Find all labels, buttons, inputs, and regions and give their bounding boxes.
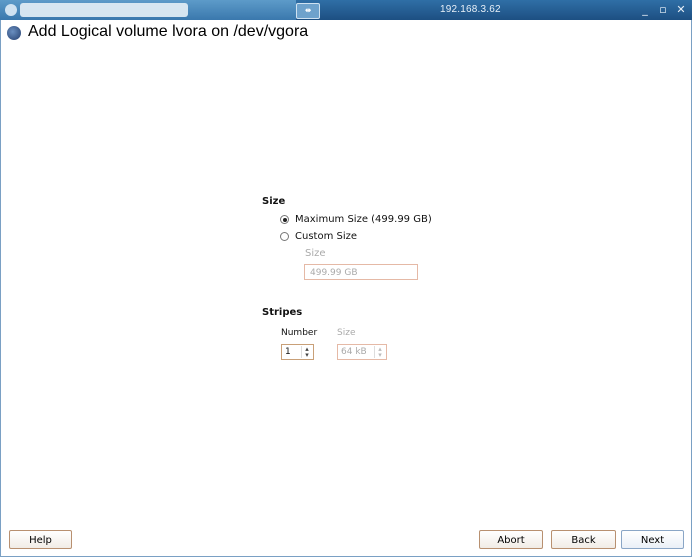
radio-maximum-size[interactable]: Maximum Size (499.99 GB) bbox=[280, 214, 432, 225]
stripes-number-label: Number bbox=[281, 328, 318, 338]
size-section-label: Size bbox=[262, 196, 286, 207]
back-button[interactable]: Back bbox=[551, 530, 616, 549]
stripes-number-value: 1 bbox=[285, 347, 291, 357]
stripes-number-stepper[interactable]: 1 ▴ ▾ bbox=[281, 344, 314, 360]
titlebar-tab bbox=[20, 3, 188, 17]
custom-size-field-label: Size bbox=[305, 248, 326, 259]
abort-button[interactable]: Abort bbox=[479, 530, 543, 549]
window-titlebar[interactable]: ⇹ 192.168.3.62 _ ▫ ✕ bbox=[0, 0, 692, 20]
window-frame bbox=[0, 20, 692, 557]
stripes-size-value: 64 kB bbox=[341, 347, 367, 357]
radio-maximum-size-label: Maximum Size (499.99 GB) bbox=[295, 214, 432, 225]
custom-size-input[interactable]: 499.99 GB bbox=[304, 264, 418, 280]
pin-icon[interactable]: ⇹ bbox=[296, 3, 320, 19]
stepper-arrows-icon[interactable]: ▴ ▾ bbox=[301, 346, 312, 359]
stripes-size-combo[interactable]: 64 kB ▴ ▾ bbox=[337, 344, 387, 360]
radio-maximum-size-indicator[interactable] bbox=[280, 215, 289, 224]
yast-disk-icon bbox=[7, 26, 21, 40]
radio-custom-size[interactable]: Custom Size bbox=[280, 231, 357, 242]
stripes-size-label: Size bbox=[337, 328, 356, 338]
minimize-button[interactable]: _ bbox=[638, 3, 652, 17]
help-button[interactable]: Help bbox=[9, 530, 72, 549]
titlebar-left-area bbox=[0, 0, 296, 20]
stripes-section-label: Stripes bbox=[262, 307, 303, 318]
page-title: Add Logical volume lvora on /dev/vgora bbox=[28, 23, 309, 40]
window-host: 192.168.3.62 bbox=[440, 4, 501, 15]
radio-custom-size-label: Custom Size bbox=[295, 231, 358, 242]
combo-arrows-icon[interactable]: ▴ ▾ bbox=[374, 346, 385, 359]
radio-custom-size-indicator[interactable] bbox=[280, 232, 289, 241]
next-button[interactable]: Next bbox=[621, 530, 684, 549]
window-menu-icon[interactable] bbox=[5, 4, 17, 16]
restore-button[interactable]: ▫ bbox=[656, 3, 670, 17]
close-button[interactable]: ✕ bbox=[674, 3, 688, 17]
